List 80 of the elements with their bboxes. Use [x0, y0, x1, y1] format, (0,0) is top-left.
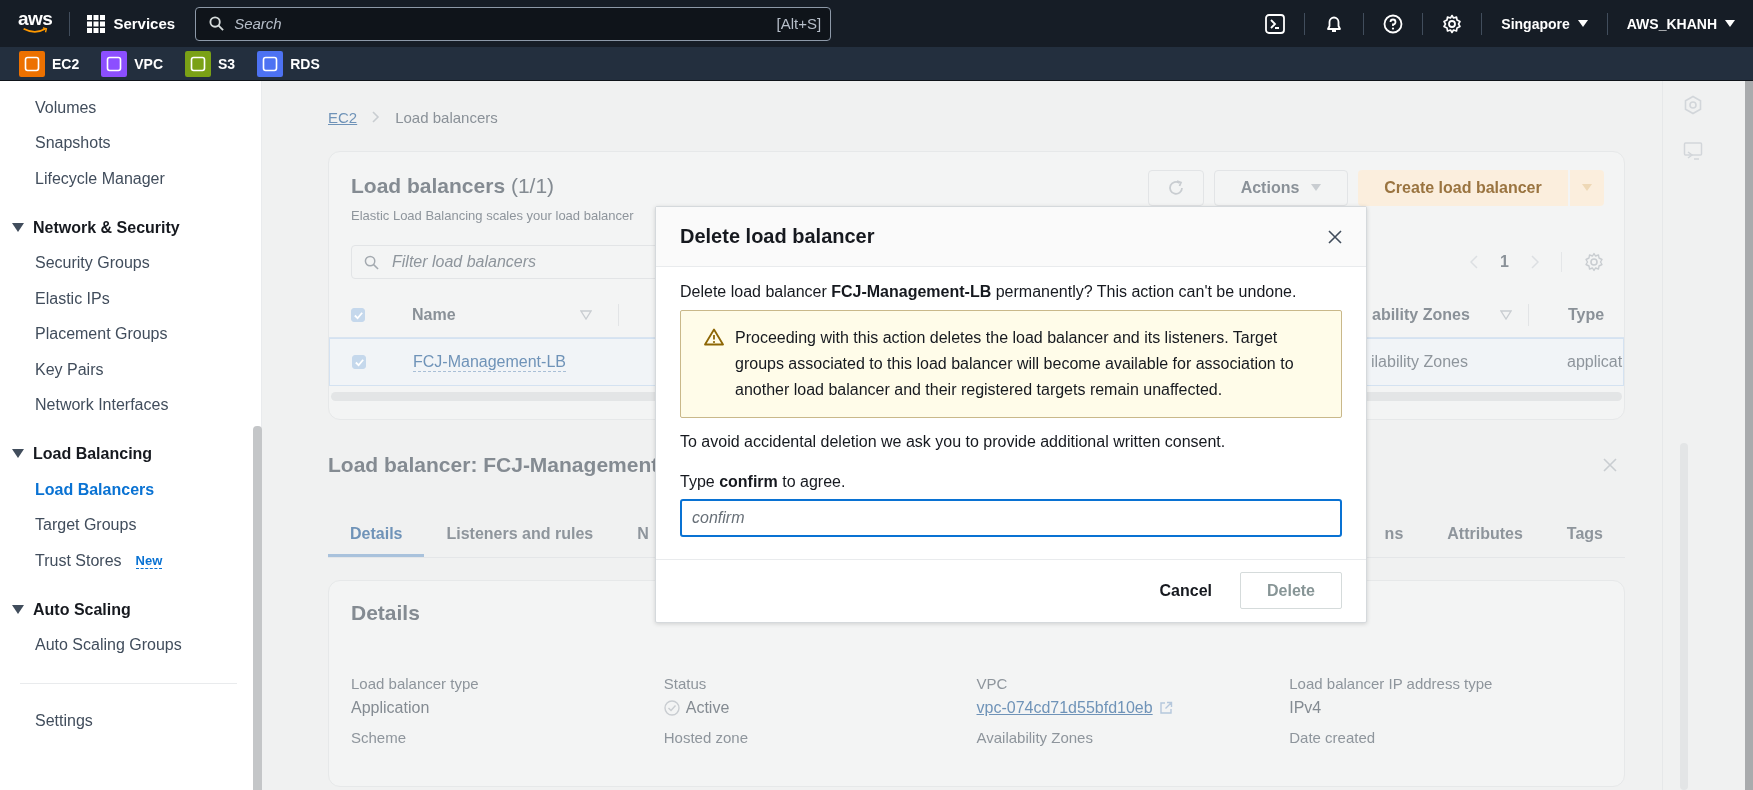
external-link-icon[interactable]	[1158, 701, 1173, 715]
nav-link[interactable]: Trust Stores	[35, 551, 122, 570]
field-label: Hosted zone	[663, 729, 749, 746]
create-button[interactable]: Create load balancer	[1358, 170, 1568, 206]
breadcrumb-current: Load balancers	[395, 108, 498, 126]
nav-link[interactable]: Target Groups	[35, 516, 137, 535]
nav-link[interactable]: Elastic IPs	[35, 289, 110, 308]
field-label: Status	[663, 675, 708, 692]
nav-section-toggle[interactable]: Load Balancing	[0, 436, 153, 472]
nav-section-toggle[interactable]: Network & Security	[0, 209, 180, 246]
new-badge: New	[135, 552, 163, 569]
consent-text: To avoid accidental deletion we ask you to provide additional written consent.	[680, 432, 1227, 452]
favorite-link[interactable]: S3	[185, 50, 236, 77]
nav-link[interactable]: Placement Groups	[35, 325, 168, 344]
field-label: VPC	[976, 675, 1009, 692]
section-heading: Details	[351, 601, 421, 625]
caret-icon	[1577, 19, 1588, 28]
scrollbar[interactable]	[1745, 81, 1753, 790]
refresh-button[interactable]	[1148, 170, 1204, 206]
warning-text: Proceeding with this action deletes the load balancer and its listeners. Target groups associated to this load balancer will become available for association to another load balancer and their registered targets remain unaffected.	[735, 328, 1295, 400]
account-menu[interactable]: AWS_KHANH	[1626, 15, 1735, 32]
checkbox[interactable]	[351, 308, 365, 322]
search-icon	[364, 255, 379, 270]
field-value: Application	[351, 699, 431, 717]
sort-icon[interactable]	[579, 310, 592, 320]
caret-icon	[12, 222, 24, 233]
field-label: Date created	[1289, 729, 1377, 746]
field-label: Load balancer type	[351, 675, 480, 692]
field-value: Active	[685, 699, 730, 717]
caret-icon	[12, 449, 24, 459]
cancel-button[interactable]: Cancel	[1155, 572, 1216, 609]
favorite-link[interactable]: VPC	[101, 50, 164, 77]
field-value: IPv4	[1289, 699, 1323, 717]
nav-link[interactable]: Load Balancers	[35, 480, 155, 499]
nav-link[interactable]: Key Pairs	[35, 360, 104, 379]
screen-icon[interactable]	[1683, 141, 1703, 161]
table-cell-text: ilability Zones	[1371, 353, 1469, 371]
checkbox[interactable]	[352, 355, 366, 369]
region-menu[interactable]: Singapore	[1501, 15, 1588, 32]
nav-link[interactable]: Network Interfaces	[35, 396, 169, 415]
caret-icon	[12, 604, 24, 615]
dialog-message: Delete load balancer FCJ-Management-LB permanently? This action can't be undone.	[680, 282, 1298, 302]
panel-description: Elastic Load Balancing scales your load balancer	[351, 208, 634, 223]
nav-link[interactable]: Settings	[35, 711, 93, 730]
services-button[interactable]: Services	[87, 14, 176, 33]
field-label: Scheme	[351, 729, 408, 746]
confirm-prompt: Type confirm to agree.	[680, 472, 847, 492]
sort-icon[interactable]	[1499, 310, 1512, 320]
table-cell: applicat	[1567, 353, 1623, 371]
field-label: Load balancer IP address type	[1289, 675, 1494, 692]
grid-icon	[87, 14, 106, 33]
panel-title: Load balancer: FCJ-Management	[328, 453, 659, 477]
nav-link[interactable]: Snapshots	[35, 134, 111, 153]
nav-link[interactable]: Security Groups	[35, 254, 150, 273]
close-icon[interactable]	[1328, 229, 1342, 244]
scrollbar[interactable]	[253, 426, 262, 790]
nav-link[interactable]: Volumes	[35, 98, 97, 117]
confirm-input[interactable]: confirm	[680, 499, 1342, 537]
aws-logo[interactable]: aws	[18, 9, 53, 34]
check-circle-icon	[663, 700, 680, 716]
field-label: Availability Zones	[976, 729, 1094, 746]
nav-section-toggle[interactable]: Auto Scaling	[0, 591, 131, 628]
caret-icon	[1725, 19, 1735, 28]
chevron-icon	[372, 111, 381, 123]
terminal-icon[interactable]	[1265, 13, 1286, 34]
favorite-link[interactable]: EC2	[19, 50, 80, 77]
hexagon-icon[interactable]	[1683, 95, 1703, 115]
caret-icon	[1582, 184, 1592, 192]
shortcut-hint: [Alt+S]	[776, 14, 822, 32]
nav-link[interactable]: Auto Scaling Groups	[35, 636, 182, 655]
warning-icon	[704, 328, 724, 346]
panel-title: Load balancers (1/1)	[351, 173, 556, 199]
nav-link[interactable]: Lifecycle Manager	[35, 169, 165, 188]
dialog-title: Delete load balancer	[680, 225, 875, 248]
search-icon	[209, 15, 225, 31]
refresh-icon	[1166, 178, 1186, 198]
create-dropdown-button[interactable]	[1570, 170, 1604, 206]
favorite-link[interactable]: RDS	[257, 50, 320, 77]
caret-icon	[1311, 184, 1322, 192]
help-icon[interactable]	[1383, 13, 1404, 34]
